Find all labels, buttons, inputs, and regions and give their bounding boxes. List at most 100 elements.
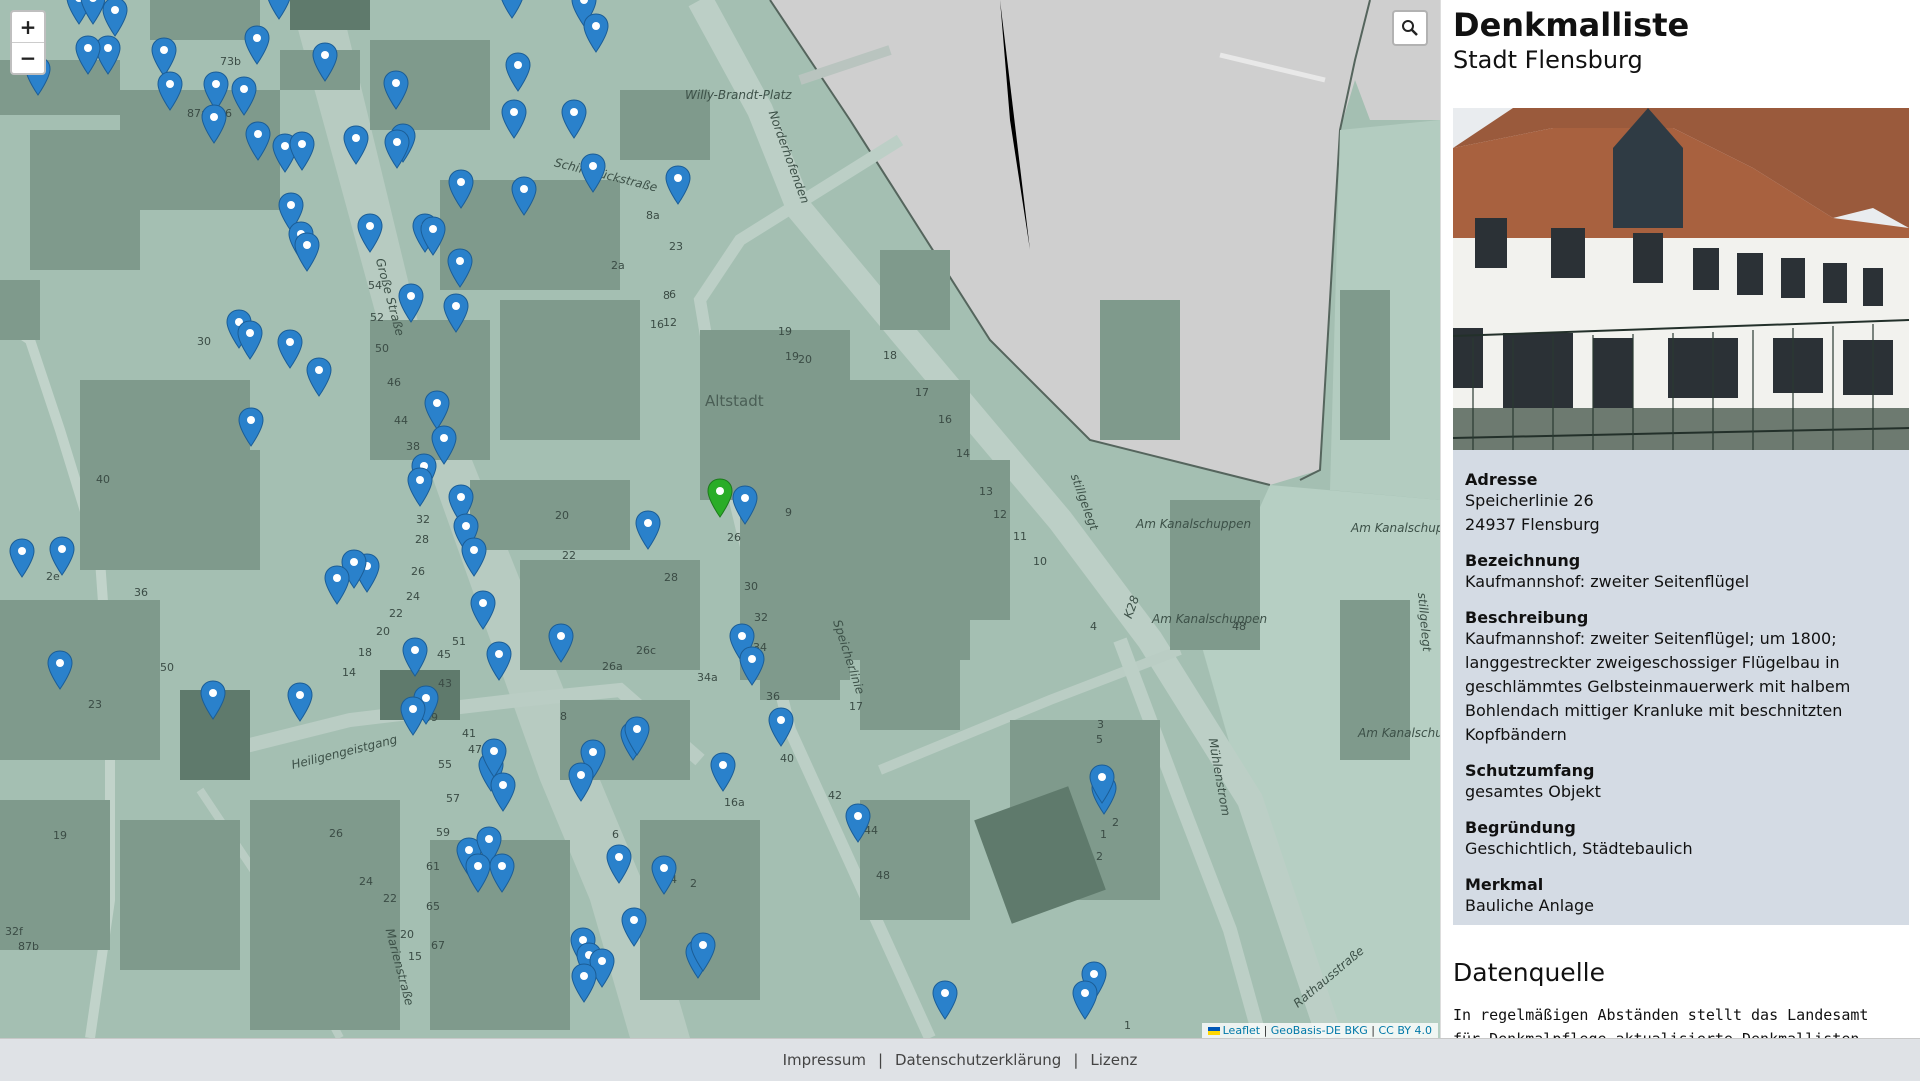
monument-marker-icon[interactable] xyxy=(768,707,794,747)
field-value: Speicherlinie 26 xyxy=(1465,491,1594,510)
monument-marker-icon[interactable] xyxy=(501,99,527,139)
magnifier-icon xyxy=(1402,20,1418,36)
monument-marker-icon[interactable] xyxy=(398,283,424,323)
monument-marker-icon[interactable] xyxy=(624,716,650,756)
house-number: 20 xyxy=(555,509,569,522)
monument-marker-icon[interactable] xyxy=(606,844,632,884)
house-number: 16 xyxy=(938,413,952,426)
monument-marker-icon[interactable] xyxy=(568,762,594,802)
monument-marker-icon[interactable] xyxy=(583,13,609,53)
monument-marker-icon[interactable] xyxy=(200,680,226,720)
monument-marker-icon[interactable] xyxy=(932,980,958,1020)
monument-marker-icon[interactable] xyxy=(400,696,426,736)
monument-marker-icon[interactable] xyxy=(312,42,338,82)
monument-marker-icon[interactable] xyxy=(465,853,491,893)
selected-marker-icon[interactable] xyxy=(707,478,733,518)
monument-marker-icon[interactable] xyxy=(447,248,473,288)
monument-marker-icon[interactable] xyxy=(443,293,469,333)
house-number: 38 xyxy=(406,440,420,453)
monument-marker-icon[interactable] xyxy=(244,25,270,65)
map-view[interactable]: + − Willy-Brandt-Platz Schiffbrückstraße N… xyxy=(0,0,1440,1038)
monument-marker-icon[interactable] xyxy=(237,320,263,360)
monument-marker-icon[interactable] xyxy=(424,390,450,430)
field-value: Kaufmannshof: zweiter Seitenflügel; um 1… xyxy=(1465,629,1837,648)
monument-marker-icon[interactable] xyxy=(407,467,433,507)
impressum-link[interactable]: Impressum xyxy=(783,1051,866,1069)
monument-marker-icon[interactable] xyxy=(1072,980,1098,1020)
leaflet-link[interactable]: Leaflet xyxy=(1223,1024,1260,1037)
monument-marker-icon[interactable] xyxy=(47,650,73,690)
house-number: 50 xyxy=(160,661,174,674)
monument-marker-icon[interactable] xyxy=(499,0,525,19)
monument-marker-icon[interactable] xyxy=(266,0,292,20)
house-number: 46 xyxy=(387,376,401,389)
monument-marker-icon[interactable] xyxy=(238,407,264,447)
street-label: Am Kanalschuppen xyxy=(1136,517,1252,531)
monument-marker-icon[interactable] xyxy=(102,0,128,37)
monument-marker-icon[interactable] xyxy=(739,646,765,686)
monument-marker-icon[interactable] xyxy=(486,641,512,681)
datenschutz-link[interactable]: Datenschutzerklärung xyxy=(895,1051,1061,1069)
monument-marker-icon[interactable] xyxy=(49,536,75,576)
geobasis-link[interactable]: GeoBasis-DE BKG xyxy=(1271,1024,1368,1037)
house-number: 67 xyxy=(431,939,445,952)
zoom-in-button[interactable]: + xyxy=(12,12,44,43)
monument-marker-icon[interactable] xyxy=(489,853,515,893)
monument-marker-icon[interactable] xyxy=(277,329,303,369)
field-value: Geschichtlich, Städtebaulich xyxy=(1465,839,1693,858)
house-number: 54 xyxy=(368,279,382,292)
footer: Impressum | Datenschutzerklärung | Lizenz xyxy=(0,1038,1920,1081)
panel-subtitle: Stadt Flensburg xyxy=(1453,46,1643,74)
monument-marker-icon[interactable] xyxy=(505,52,531,92)
monument-marker-icon[interactable] xyxy=(294,232,320,272)
monument-marker-icon[interactable] xyxy=(665,165,691,205)
house-number: 20 xyxy=(376,625,390,638)
house-number: 14 xyxy=(956,447,970,460)
monument-marker-icon[interactable] xyxy=(343,125,369,165)
monument-marker-icon[interactable] xyxy=(324,565,350,605)
license-link[interactable]: CC BY 4.0 xyxy=(1378,1024,1432,1037)
monument-marker-icon[interactable] xyxy=(157,71,183,111)
monument-marker-icon[interactable] xyxy=(490,772,516,812)
monument-marker-icon[interactable] xyxy=(1089,764,1115,804)
house-number: 12 xyxy=(663,316,677,329)
monument-marker-icon[interactable] xyxy=(9,538,35,578)
monument-marker-icon[interactable] xyxy=(845,803,871,843)
monument-marker-icon[interactable] xyxy=(75,35,101,75)
lizenz-link[interactable]: Lizenz xyxy=(1090,1051,1137,1069)
monument-marker-icon[interactable] xyxy=(201,104,227,144)
monument-marker-icon[interactable] xyxy=(384,129,410,169)
monument-marker-icon[interactable] xyxy=(635,510,661,550)
house-number: 10 xyxy=(1033,555,1047,568)
monument-marker-icon[interactable] xyxy=(289,131,315,171)
monument-marker-icon[interactable] xyxy=(710,752,736,792)
monument-marker-icon[interactable] xyxy=(580,153,606,193)
monument-marker-icon[interactable] xyxy=(383,70,409,110)
monument-marker-icon[interactable] xyxy=(420,216,446,256)
monument-marker-icon[interactable] xyxy=(732,485,758,525)
detail-panel: Denkmalliste Stadt Flensburg Adresse Spei… xyxy=(1440,0,1920,1038)
house-number: 2 xyxy=(690,877,697,890)
house-number: 26c xyxy=(636,644,657,657)
monument-marker-icon[interactable] xyxy=(561,99,587,139)
monument-marker-icon[interactable] xyxy=(571,963,597,1003)
monument-marker-icon[interactable] xyxy=(231,76,257,116)
map-search-button[interactable] xyxy=(1392,10,1428,46)
zoom-out-button[interactable]: − xyxy=(12,43,44,73)
field-value: Kopfbändern xyxy=(1465,725,1567,744)
monument-marker-icon[interactable] xyxy=(357,213,383,253)
monument-marker-icon[interactable] xyxy=(690,932,716,972)
monument-marker-icon[interactable] xyxy=(461,537,487,577)
monument-marker-icon[interactable] xyxy=(402,637,428,677)
monument-marker-icon[interactable] xyxy=(548,623,574,663)
monument-marker-icon[interactable] xyxy=(621,907,647,947)
monument-marker-icon[interactable] xyxy=(470,590,496,630)
field-label: Begründung xyxy=(1465,818,1576,837)
monument-marker-icon[interactable] xyxy=(511,176,537,216)
house-number: 26a xyxy=(602,660,623,673)
monument-marker-icon[interactable] xyxy=(306,357,332,397)
monument-marker-icon[interactable] xyxy=(287,682,313,722)
monument-marker-icon[interactable] xyxy=(651,855,677,895)
monument-marker-icon[interactable] xyxy=(448,169,474,209)
monument-marker-icon[interactable] xyxy=(245,121,271,161)
